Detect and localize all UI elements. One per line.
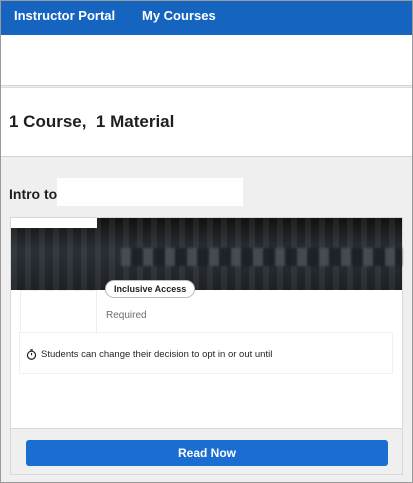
opt-notice-row: Students can change their decision to op…: [26, 349, 272, 360]
opt-notice-text: Students can change their decision to op…: [41, 349, 273, 360]
cover-image-detail: [121, 248, 402, 266]
material-status: Required: [106, 310, 147, 321]
material-card: Inclusive Access Required Students can c…: [10, 217, 403, 475]
timer-icon: [26, 349, 37, 360]
course-title: Intro to: [9, 186, 58, 202]
cover-mask: [11, 218, 97, 228]
read-now-button[interactable]: Read Now: [26, 440, 388, 466]
redacted-area: [57, 178, 243, 206]
card-footer: Read Now: [11, 428, 402, 474]
summary-title: 1 Course, 1 Material: [9, 112, 175, 131]
opt-notice: Students can change their decision to op…: [19, 332, 393, 374]
nav-instructor-portal[interactable]: Instructor Portal: [14, 8, 115, 23]
top-nav: Instructor Portal My Courses: [1, 1, 412, 35]
cover-image: [11, 218, 402, 290]
summary-card: 1 Course, 1 Material: [1, 87, 412, 157]
inclusive-access-badge: Inclusive Access: [105, 280, 196, 298]
app-frame: Instructor Portal My Courses 1 Course, 1…: [0, 0, 413, 483]
header-band: [1, 35, 412, 86]
nav-my-courses[interactable]: My Courses: [142, 8, 216, 23]
